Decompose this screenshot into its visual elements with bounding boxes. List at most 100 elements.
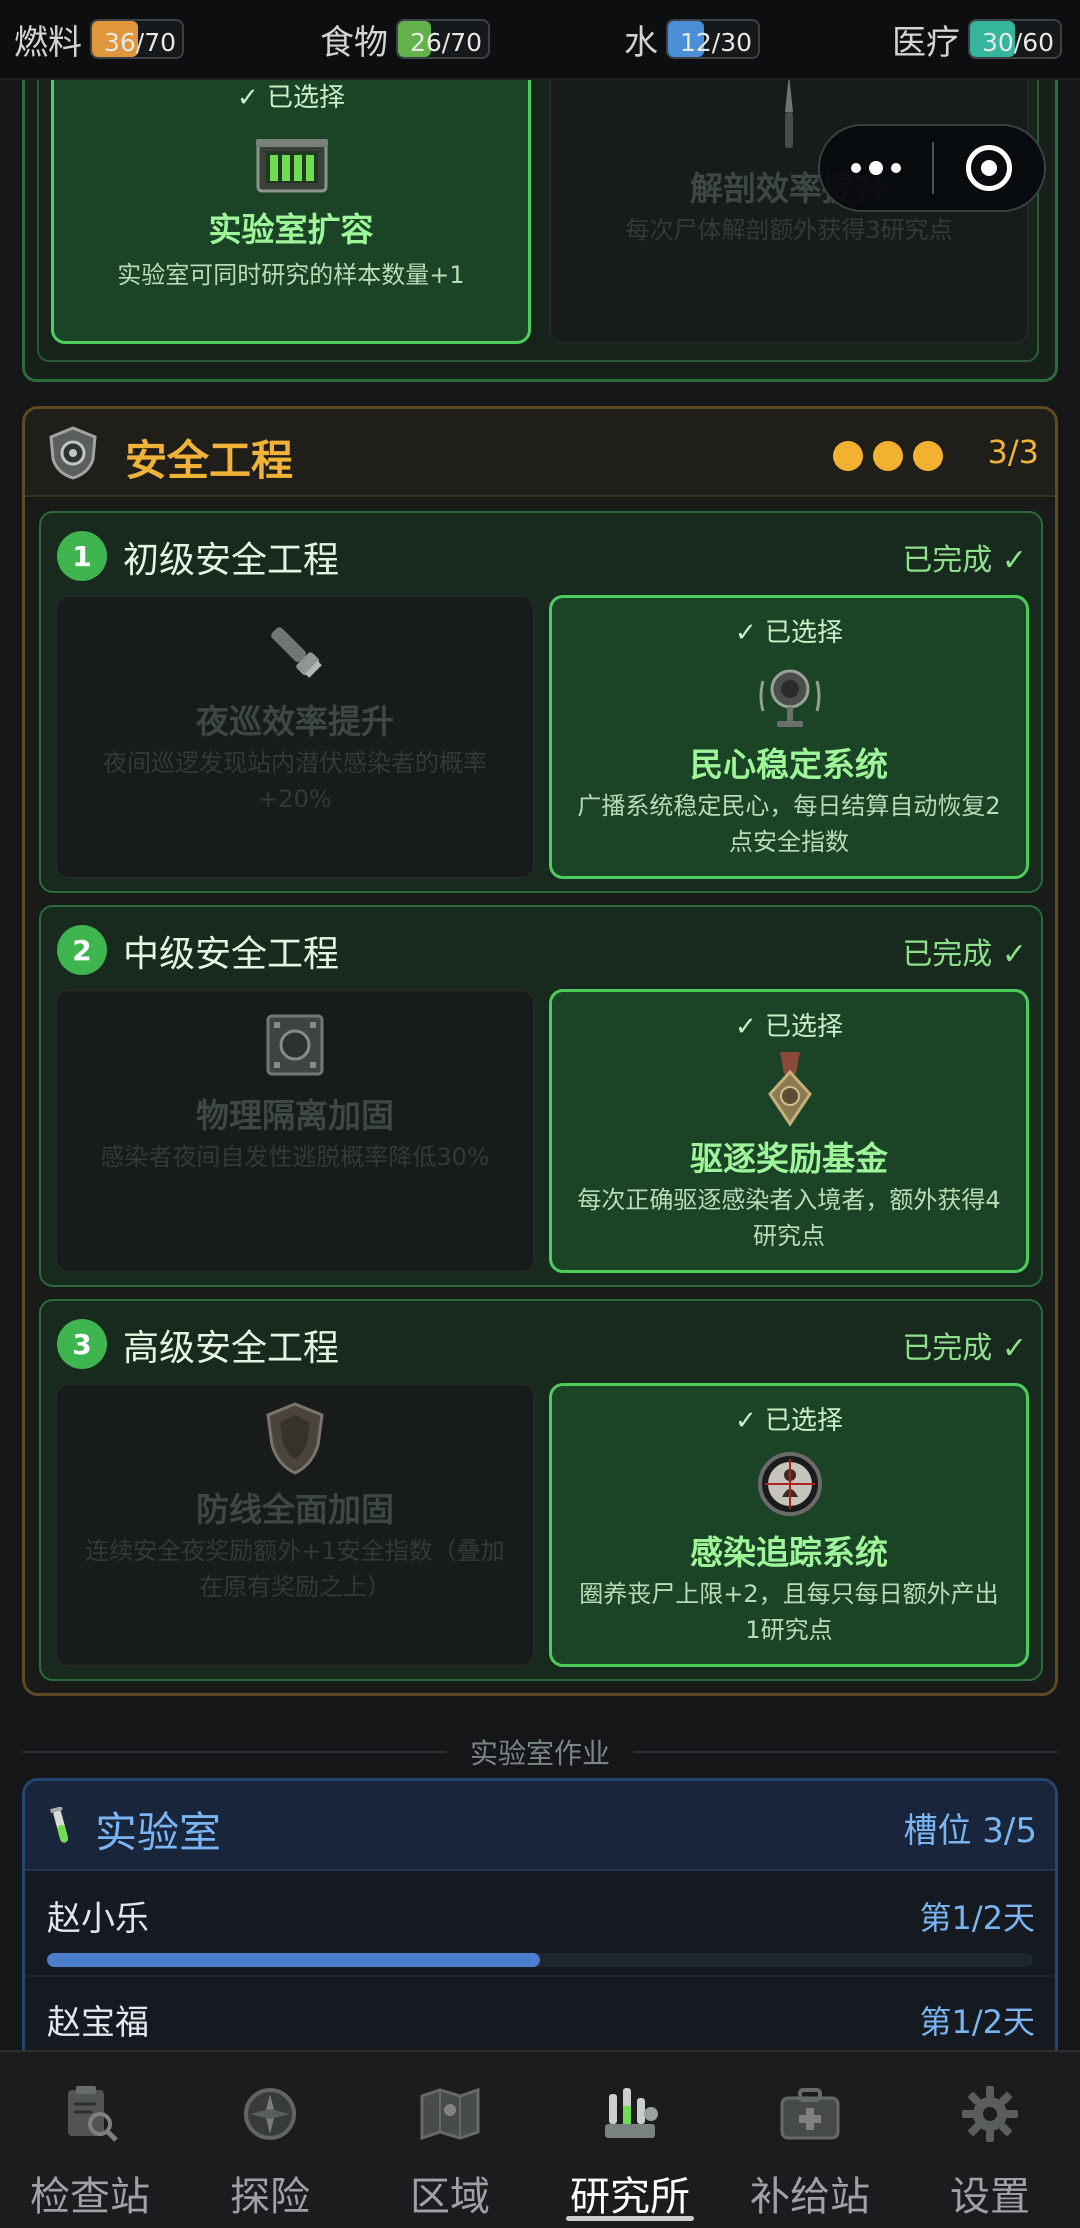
nav-item-research[interactable]: 研究所 xyxy=(540,2052,720,2228)
resource-fuel: 燃料 36/70 xyxy=(14,14,184,64)
nav-item-checkpoint[interactable]: 检查站 xyxy=(0,2052,180,2228)
shield-badge-icon xyxy=(45,425,101,481)
option-title: 夜巡效率提升 xyxy=(196,702,394,741)
resource-meter: 12/30 xyxy=(666,19,760,59)
lab-sample-row[interactable]: 赵小乐 第1/2天 xyxy=(25,1873,1055,1977)
resource-meter: 30/60 xyxy=(968,19,1062,59)
option-card-selected[interactable]: ✓ 已选择 民心稳定系统 广播系统稳定民心，每日结算自动恢复2点安全指数 xyxy=(549,595,1029,879)
divider-label: 实验室作业 xyxy=(470,1737,611,1770)
lab-title: 实验室 xyxy=(95,1808,222,1857)
option-title: 驱逐奖励基金 xyxy=(690,1139,888,1178)
section-title: 安全工程 xyxy=(125,436,294,485)
option-card-unselected[interactable]: 防线全面加固 连续安全夜奖励额外+1安全指数（叠加在原有奖励之上） xyxy=(55,1383,535,1667)
progress-dots xyxy=(833,441,943,471)
sample-name: 赵小乐 xyxy=(47,1899,149,1939)
section-divider: 实验室作业 xyxy=(22,1732,1059,1772)
divider-line xyxy=(634,1751,1059,1753)
scroll-content[interactable]: ✓ 已选择 实验室扩容 实验室可同时研究的样本数量+1 解剖效率提升 每次尸体解… xyxy=(0,80,1080,2050)
option-card-selected[interactable]: ✓ 已选择 感染追踪系统 圈养丧尸上限+2，且每只每日额外产出1研究点 xyxy=(549,1383,1029,1667)
tier-status: 已完成 ✓ xyxy=(902,543,1027,578)
option-title: 感染追踪系统 xyxy=(690,1533,888,1572)
nav-label: 检查站 xyxy=(30,2174,150,2220)
selected-label: ✓ 已选择 xyxy=(236,83,346,113)
sample-day: 第1/2天 xyxy=(919,1899,1035,1937)
medal-icon xyxy=(742,1050,838,1130)
selected-label: ✓ 已选择 xyxy=(734,1406,844,1436)
nav-label: 补给站 xyxy=(750,2174,870,2220)
sample-progress-track xyxy=(47,1953,1033,1967)
gear-icon xyxy=(958,2082,1022,2146)
tier-number-badge: 2 xyxy=(57,925,107,975)
research-tier-row: ✓ 已选择 实验室扩容 实验室可同时研究的样本数量+1 解剖效率提升 每次尸体解… xyxy=(37,80,1039,362)
sample-name: 赵宝福 xyxy=(47,2003,149,2043)
nav-item-explore[interactable]: 探险 xyxy=(180,2052,360,2228)
more-menu-icon[interactable] xyxy=(820,161,932,175)
test-tube-icon xyxy=(49,1806,73,1851)
nav-item-region[interactable]: 区域 xyxy=(360,2052,540,2228)
resource-label: 食物 xyxy=(320,22,388,63)
resource-medical: 医疗 30/60 xyxy=(892,14,1062,64)
lab-sample-row[interactable]: 赵宝福 第1/2天 xyxy=(25,1977,1055,2050)
nav-item-supply[interactable]: 补给站 xyxy=(720,2052,900,2228)
resource-label: 医疗 xyxy=(892,22,960,63)
resource-meter: 36/70 xyxy=(90,19,184,59)
lab-slot-count: 槽位 3/5 xyxy=(903,1811,1037,1851)
option-card-unselected[interactable]: 解剖效率提升 每次尸体解剖额外获得3研究点 xyxy=(549,80,1029,344)
option-description: 感染者夜间自发性逃脱概率降低30% xyxy=(100,1143,490,1171)
security-tier-2: 2 中级安全工程 已完成 ✓ 物理隔离加固 感染者夜间自发性逃脱概率降低30% … xyxy=(39,905,1043,1287)
resource-food: 食物 26/70 xyxy=(320,14,490,64)
progress-dot xyxy=(833,441,863,471)
vault-door-icon xyxy=(247,1005,343,1085)
sample-progress-fill xyxy=(47,1953,540,1967)
scope-icon xyxy=(742,1444,838,1524)
lab-header: 实验室 槽位 3/5 xyxy=(25,1781,1055,1871)
option-card-selected[interactable]: ✓ 已选择 驱逐奖励基金 每次正确驱逐感染者入境者，额外获得4研究点 xyxy=(549,989,1029,1273)
security-tier-3: 3 高级安全工程 已完成 ✓ 防线全面加固 连续安全夜奖励额外+1安全指数（叠加… xyxy=(39,1299,1043,1681)
resource-meter: 26/70 xyxy=(396,19,490,59)
option-card-unselected[interactable]: 夜巡效率提升 夜间巡逻发现站内潜伏感染者的概率+20% xyxy=(55,595,535,879)
sample-crate-icon xyxy=(244,125,340,205)
bottom-navigation: 检查站 探险 区域 研究所 补给站 设置 xyxy=(0,2050,1080,2228)
active-tab-indicator xyxy=(566,2216,694,2221)
nav-label: 区域 xyxy=(410,2174,490,2220)
tier-number-badge: 3 xyxy=(57,1319,107,1369)
option-card-selected[interactable]: ✓ 已选择 实验室扩容 实验室可同时研究的样本数量+1 xyxy=(51,80,531,344)
nav-label: 探险 xyxy=(230,2174,310,2220)
nav-label: 设置 xyxy=(950,2174,1030,2220)
tier-number-badge: 1 xyxy=(57,531,107,581)
resource-value: 36/70 xyxy=(103,28,176,57)
option-description: 每次尸体解剖额外获得3研究点 xyxy=(625,216,953,244)
option-title: 实验室扩容 xyxy=(208,210,374,249)
option-card-unselected[interactable]: 物理隔离加固 感染者夜间自发性逃脱概率降低30% xyxy=(55,989,535,1273)
tier-status: 已完成 ✓ xyxy=(902,1331,1027,1366)
loudspeaker-icon xyxy=(742,656,838,736)
flashlight-icon xyxy=(247,611,343,691)
tier-name: 中级安全工程 xyxy=(123,934,340,975)
armor-shield-icon xyxy=(247,1399,343,1479)
option-description: 连续安全夜奖励额外+1安全指数（叠加在原有奖励之上） xyxy=(85,1537,505,1601)
tier-name: 高级安全工程 xyxy=(123,1328,340,1369)
option-description: 广播系统稳定民心，每日结算自动恢复2点安全指数 xyxy=(577,792,1001,856)
selected-label: ✓ 已选择 xyxy=(734,618,844,648)
selected-label: ✓ 已选择 xyxy=(734,1012,844,1042)
resource-value: 30/60 xyxy=(981,28,1054,57)
progress-dot xyxy=(873,441,903,471)
close-target-icon[interactable] xyxy=(934,145,1044,191)
miniprogram-capsule xyxy=(818,124,1046,212)
tier-status: 已完成 ✓ xyxy=(902,937,1027,972)
security-engineering-section: 安全工程 3/3 1 初级安全工程 已完成 ✓ 夜巡效率提升 夜间巡逻发现站内潜… xyxy=(22,406,1058,1696)
lab-equipment-icon xyxy=(598,2082,662,2146)
resource-value: 26/70 xyxy=(409,28,482,57)
compass-icon xyxy=(238,2082,302,2146)
nav-item-settings[interactable]: 设置 xyxy=(900,2052,1080,2228)
clipboard-search-icon xyxy=(58,2082,122,2146)
resource-label: 水 xyxy=(624,22,658,63)
nav-label: 研究所 xyxy=(570,2174,690,2220)
resource-water: 水 12/30 xyxy=(624,14,760,64)
scalpel-icon xyxy=(741,80,837,152)
sample-day: 第1/2天 xyxy=(919,2003,1035,2041)
security-tier-1: 1 初级安全工程 已完成 ✓ 夜巡效率提升 夜间巡逻发现站内潜伏感染者的概率+2… xyxy=(39,511,1043,893)
resource-label: 燃料 xyxy=(14,22,82,63)
option-title: 物理隔离加固 xyxy=(196,1096,394,1135)
option-description: 夜间巡逻发现站内潜伏感染者的概率+20% xyxy=(103,749,487,813)
